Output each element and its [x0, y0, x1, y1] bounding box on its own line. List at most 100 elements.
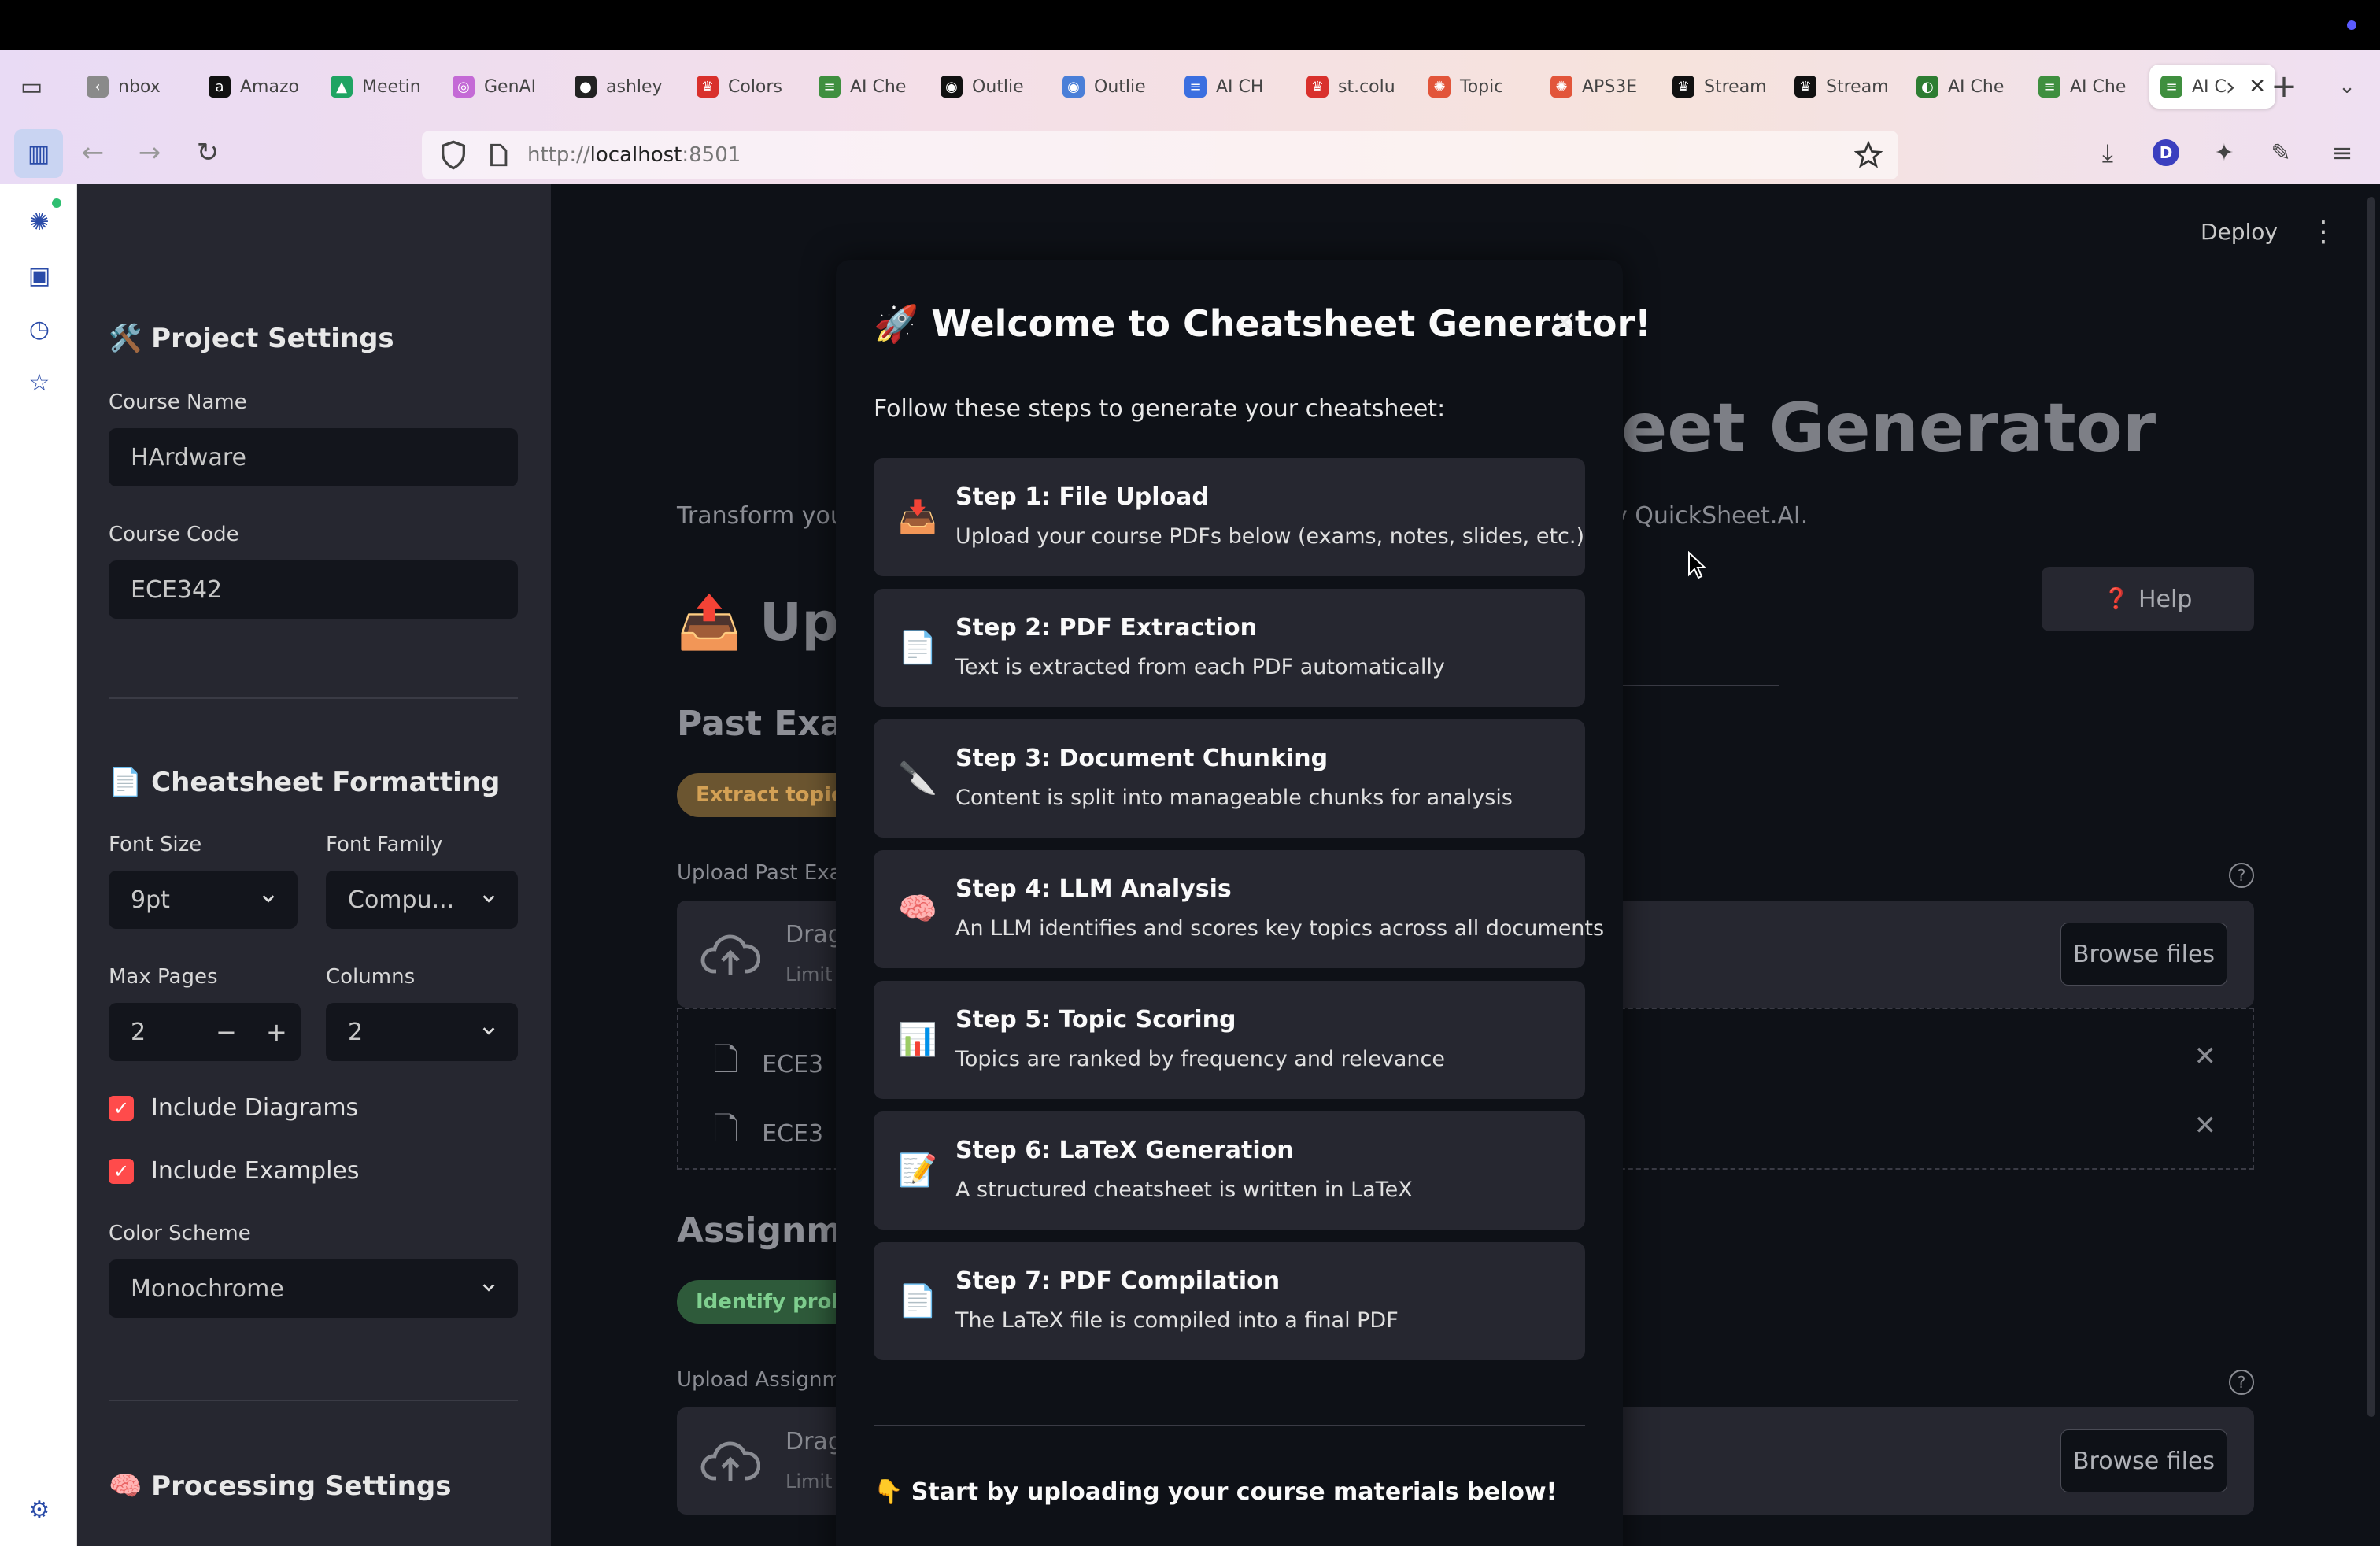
browser-tab[interactable]: a Amazo: [198, 65, 316, 109]
step-card: 🔪 Step 3: Document Chunking Content is spl…: [874, 719, 1585, 838]
tab-favicon-icon: ≡: [819, 76, 841, 98]
font-size-value: 9pt: [131, 886, 170, 914]
app-menu-icon[interactable]: ⋮: [2309, 216, 2338, 248]
step-icon: 📊: [898, 1021, 937, 1058]
deploy-button[interactable]: Deploy: [2201, 219, 2278, 245]
browse-files-button[interactable]: Browse files: [2060, 923, 2227, 986]
help-tooltip-icon[interactable]: ?: [2229, 1370, 2254, 1395]
tab-favicon-icon: ◉: [1062, 76, 1085, 98]
course-name-input[interactable]: HArdware: [109, 428, 518, 486]
course-code-input[interactable]: ECE342: [109, 560, 518, 619]
page-scrollbar[interactable]: [2367, 197, 2375, 1417]
processing-settings-title: 🧠 Processing Settings: [109, 1470, 452, 1502]
forward-icon[interactable]: →: [126, 129, 173, 176]
menu-icon[interactable]: ≡: [2319, 129, 2366, 176]
nav-row: ▥ ← → ↻ http://localhost:8501 ⤓ D ✦ ✎ ≡: [0, 121, 2380, 184]
tab-strip: ▭ ‹ nbox a Amazo ▲ Meetin ◎ GenAI ● ashley ♛ Colors…: [0, 50, 2380, 121]
step-title: Step 5: Topic Scoring: [955, 1006, 1236, 1034]
url-bar[interactable]: http://localhost:8501: [422, 131, 1898, 179]
browser-tab[interactable]: ◐ AI Che: [1905, 65, 2023, 109]
browser-tab[interactable]: ♛ Stream: [1661, 65, 1779, 109]
page-info-icon[interactable]: [485, 142, 512, 168]
browser-tab[interactable]: ◉ Outlie: [1051, 65, 1170, 109]
synced-tabs-icon[interactable]: ▣: [24, 260, 55, 291]
color-scheme-value: Monochrome: [131, 1274, 284, 1303]
dialog-intro: Follow these steps to generate your chea…: [874, 395, 1446, 423]
browser-tab[interactable]: ◎ GenAI: [442, 65, 560, 109]
step-icon: 📄: [898, 629, 937, 666]
tab-favicon-icon: ♛: [1306, 76, 1329, 98]
step-description: An LLM identifies and scores key topics …: [955, 916, 1605, 941]
subtitle-right: y QuickSheet.AI.: [1613, 502, 1809, 530]
step-card: 📝 Step 6: LaTeX Generation A structured ch…: [874, 1111, 1585, 1230]
sidebar-toggle-icon[interactable]: ▥: [14, 129, 63, 178]
tab-favicon-icon: ‹: [87, 76, 109, 98]
help-button[interactable]: ❓ Help: [2042, 567, 2254, 631]
tab-label: Colors: [728, 76, 782, 97]
url-text[interactable]: http://localhost:8501: [527, 143, 741, 167]
back-icon[interactable]: ←: [69, 129, 116, 176]
extensions-icon[interactable]: ✦: [2201, 129, 2248, 176]
color-scheme-select[interactable]: Monochrome: [109, 1259, 518, 1318]
font-family-value: Compu...: [348, 886, 455, 914]
browser-tab[interactable]: ≡ AI CH: [1173, 65, 1292, 109]
tab-overview-icon[interactable]: ▭: [8, 63, 55, 110]
max-pages-stepper[interactable]: 2 − +: [109, 1003, 301, 1061]
stepper-minus-button[interactable]: −: [216, 1017, 237, 1047]
reload-icon[interactable]: ↻: [184, 129, 231, 176]
tab-scroll-right-icon[interactable]: ›: [2207, 63, 2254, 110]
font-size-select[interactable]: 9pt: [109, 871, 298, 929]
tab-list-chevron-icon[interactable]: ⌄: [2323, 63, 2371, 110]
step-title: Step 3: Document Chunking: [955, 745, 1329, 772]
browser-tab[interactable]: ◉ Outlie: [929, 65, 1048, 109]
browser-tab[interactable]: ≡ AI Che: [2027, 65, 2145, 109]
include-diagrams-checkbox[interactable]: ✓ Include Diagrams: [109, 1094, 358, 1122]
browser-tab[interactable]: ♛ st.colu: [1295, 65, 1414, 109]
bookmark-star-icon[interactable]: [1854, 141, 1883, 169]
tab-favicon-icon: ◐: [1916, 76, 1938, 98]
remove-file-close-icon[interactable]: ✕: [2194, 1110, 2217, 1141]
tab-favicon-icon: ♛: [697, 76, 719, 98]
profile-initial: D: [2153, 139, 2179, 166]
step-title: Step 2: PDF Extraction: [955, 614, 1257, 642]
bookmarks-star-icon[interactable]: ☆: [24, 367, 55, 398]
tab-favicon-icon: a: [209, 76, 231, 98]
drag-text: Drag: [785, 921, 843, 949]
profile-avatar[interactable]: D: [2142, 129, 2190, 176]
remove-file-close-icon[interactable]: ✕: [2194, 1041, 2217, 1072]
history-icon[interactable]: ◷: [24, 313, 55, 345]
downloads-icon[interactable]: ⤓: [2084, 129, 2131, 176]
step-title: Step 7: PDF Compilation: [955, 1267, 1281, 1295]
browser-sidebar: ✺ ▣ ◷ ☆ ⚙: [0, 184, 77, 1546]
tab-favicon-icon: ≡: [2160, 76, 2182, 98]
url-host: localhost: [589, 143, 682, 167]
font-family-select[interactable]: Compu...: [326, 871, 518, 929]
browser-tab[interactable]: ✺ APS3E: [1539, 65, 1658, 109]
browser-tab[interactable]: ≡ AI Che: [808, 65, 926, 109]
sidebar-divider: [109, 697, 518, 699]
stepper-plus-button[interactable]: +: [266, 1017, 287, 1047]
columns-select[interactable]: 2: [326, 1003, 518, 1061]
tab-label: AI Che: [1948, 76, 2005, 97]
extension-badge-icon[interactable]: ✎: [2257, 129, 2304, 176]
tab-favicon-icon: ✺: [1428, 76, 1451, 98]
chatgpt-icon[interactable]: ✺: [24, 206, 55, 238]
new-tab-icon[interactable]: +: [2260, 63, 2308, 110]
tab-label: ashley: [606, 76, 663, 97]
browser-tab[interactable]: ♛ Colors: [686, 65, 804, 109]
step-icon: 📝: [898, 1152, 937, 1189]
font-size-label: Font Size: [109, 833, 202, 856]
sidebar-settings-gear-icon[interactable]: ⚙: [24, 1494, 55, 1526]
browse-files-button[interactable]: Browse files: [2060, 1429, 2227, 1492]
browser-tab[interactable]: ✺ Topic: [1417, 65, 1536, 109]
file-name: ECE3: [762, 1050, 824, 1078]
tab-label: st.colu: [1338, 76, 1395, 97]
browser-tab[interactable]: ♛ Stream: [1783, 65, 1901, 109]
browser-tab[interactable]: ‹ nbox: [76, 65, 194, 109]
tab-label: Outlie: [1094, 76, 1146, 97]
browser-tab[interactable]: ● ashley: [564, 65, 682, 109]
dialog-close-icon[interactable]: ×: [1550, 304, 1577, 340]
help-tooltip-icon[interactable]: ?: [2229, 863, 2254, 888]
browser-tab[interactable]: ▲ Meetin: [320, 65, 438, 109]
include-examples-checkbox[interactable]: ✓ Include Examples: [109, 1157, 360, 1185]
